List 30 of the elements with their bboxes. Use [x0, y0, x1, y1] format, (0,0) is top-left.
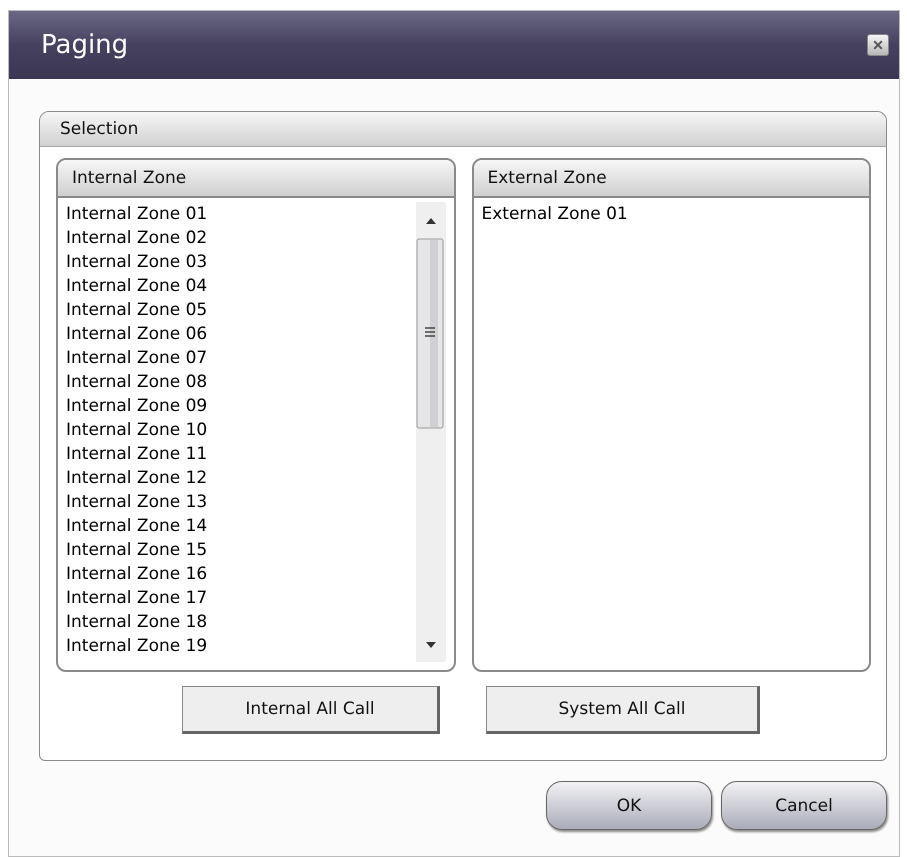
scrollbar[interactable] [416, 202, 446, 662]
list-item[interactable]: Internal Zone 12 [66, 466, 208, 490]
list-item[interactable]: Internal Zone 06 [66, 322, 208, 346]
call-button[interactable]: Internal All Call [182, 686, 440, 734]
ok-button[interactable]: OK [546, 781, 712, 830]
list-item[interactable]: Internal Zone 19 [66, 634, 208, 658]
list-item[interactable]: Internal Zone 15 [66, 538, 208, 562]
list-item[interactable]: Internal Zone 16 [66, 562, 208, 586]
window-title: Paging [41, 30, 128, 60]
list-item[interactable]: Internal Zone 10 [66, 418, 208, 442]
group-title: Selection [40, 112, 886, 147]
list-item[interactable]: External Zone 01 [482, 202, 628, 226]
list-item[interactable]: Internal Zone 01 [66, 202, 208, 226]
list-item[interactable]: Internal Zone 11 [66, 442, 208, 466]
list-item[interactable]: Internal Zone 17 [66, 586, 208, 610]
list-item[interactable]: Internal Zone 18 [66, 610, 208, 634]
list-item[interactable]: Internal Zone 07 [66, 346, 208, 370]
cancel-button[interactable]: Cancel [721, 781, 887, 830]
list-item[interactable]: Internal Zone 09 [66, 394, 208, 418]
list-item[interactable]: Internal Zone 05 [66, 298, 208, 322]
list-item[interactable]: Internal Zone 04 [66, 274, 208, 298]
list-item[interactable]: Internal Zone 14 [66, 514, 208, 538]
panel-header: Internal Zone [58, 160, 454, 198]
list-item[interactable]: Internal Zone 08 [66, 370, 208, 394]
call-button[interactable]: System All Call [486, 686, 760, 734]
list-item[interactable]: Internal Zone 03 [66, 250, 208, 274]
list-item[interactable]: Internal Zone 02 [66, 226, 208, 250]
close-button[interactable]: × [867, 34, 889, 56]
panel-header: External Zone [474, 160, 869, 198]
list-item[interactable]: Internal Zone 13 [66, 490, 208, 514]
